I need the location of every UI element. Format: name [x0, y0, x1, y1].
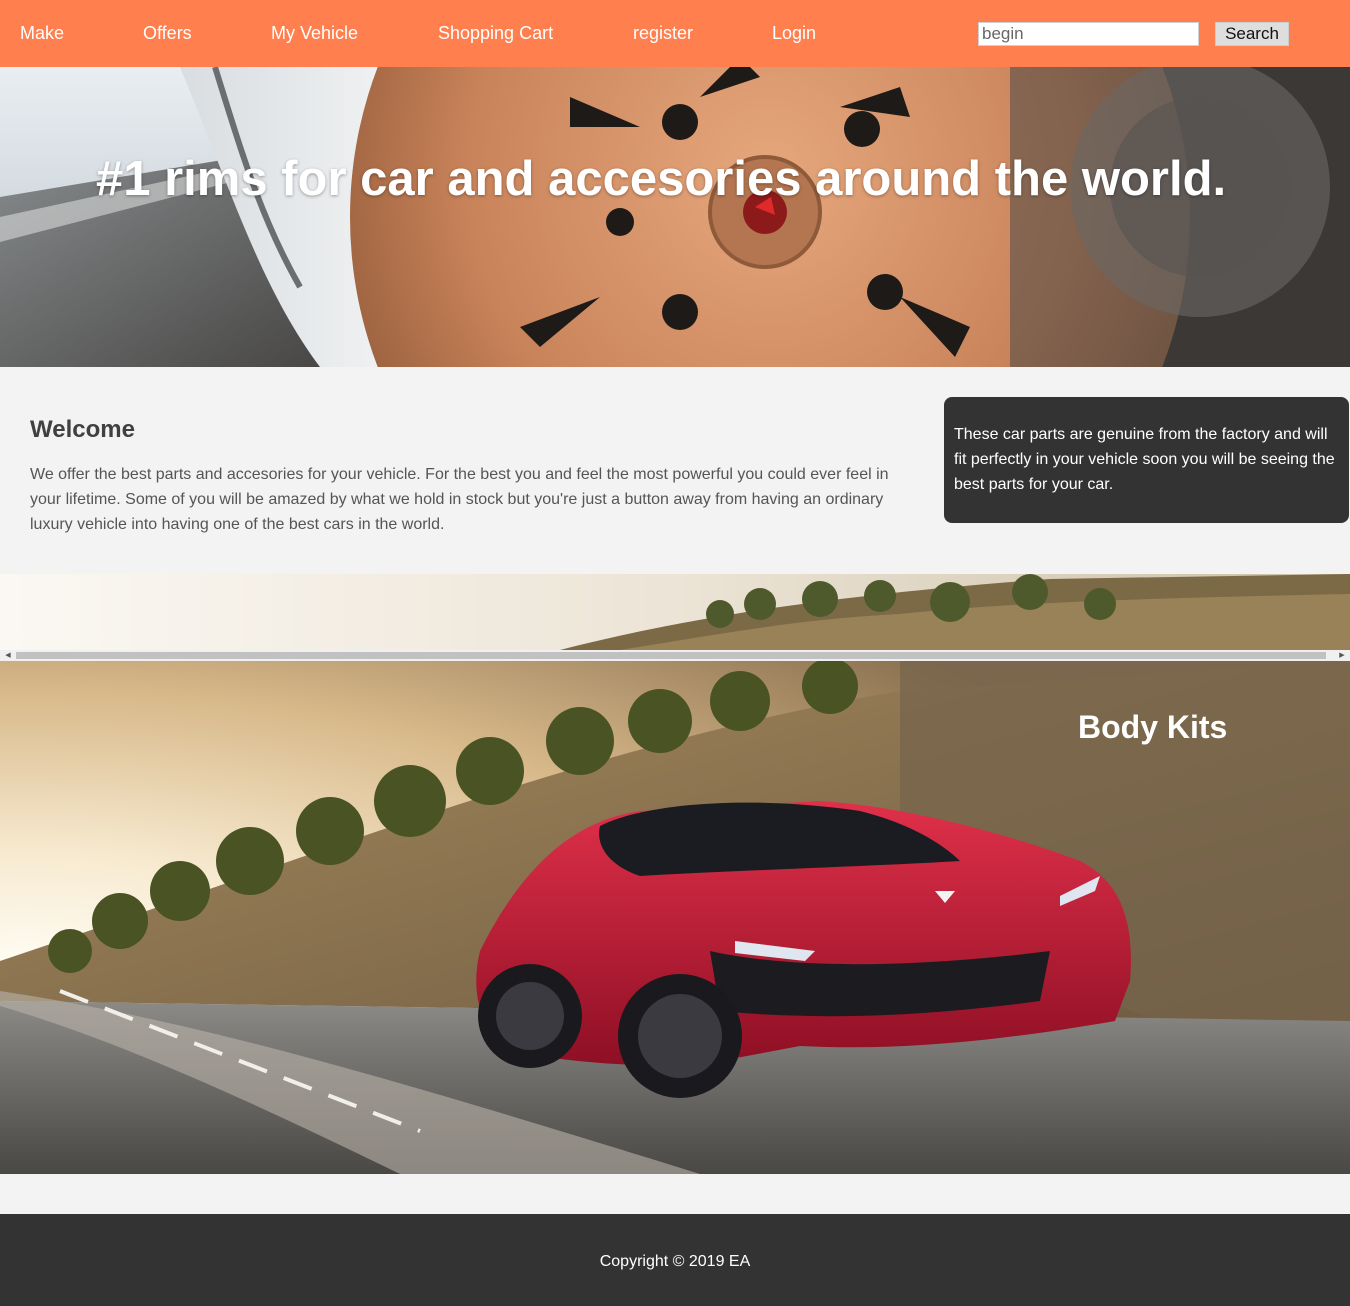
horizontal-scrollbar[interactable]: ◀ ▶: [0, 650, 1350, 661]
car-rim-photo: [0, 67, 1350, 367]
copyright-text: Copyright © 2019 EA: [599, 1253, 751, 1270]
body-kits-banner[interactable]: Body Kits: [0, 661, 1350, 1174]
scroll-strip-image: [0, 574, 1350, 650]
top-navigation-bar: Make Offers My Vehicle Shopping Cart reg…: [0, 0, 1350, 67]
nav-link-offers[interactable]: Offers: [143, 22, 192, 44]
scroll-right-arrow-icon[interactable]: ▶: [1334, 650, 1350, 661]
search-input[interactable]: [978, 22, 1199, 46]
hero-banner: #1 rims for car and accesories around th…: [0, 67, 1350, 367]
info-box-text: These car parts are genuine from the fac…: [954, 426, 1335, 493]
welcome-text: We offer the best parts and accesories f…: [30, 466, 889, 533]
nav-link-login[interactable]: Login: [772, 22, 816, 44]
welcome-heading: Welcome: [30, 416, 135, 443]
footer: Copyright © 2019 EA: [0, 1214, 1350, 1306]
info-box: These car parts are genuine from the fac…: [944, 397, 1349, 523]
nav-link-register[interactable]: register: [633, 22, 693, 44]
nav-link-make[interactable]: Make: [20, 22, 64, 44]
scrollbar-thumb[interactable]: [16, 652, 1326, 659]
nav-link-my-vehicle[interactable]: My Vehicle: [271, 22, 358, 44]
hero-title: #1 rims for car and accesories around th…: [96, 152, 1227, 206]
scroll-left-arrow-icon[interactable]: ◀: [0, 650, 16, 661]
search-button[interactable]: Search: [1215, 22, 1289, 46]
body-kits-title: Body Kits: [1078, 709, 1228, 745]
nav-link-shopping-cart[interactable]: Shopping Cart: [438, 22, 553, 44]
landscape-strip-photo: [0, 574, 1350, 650]
